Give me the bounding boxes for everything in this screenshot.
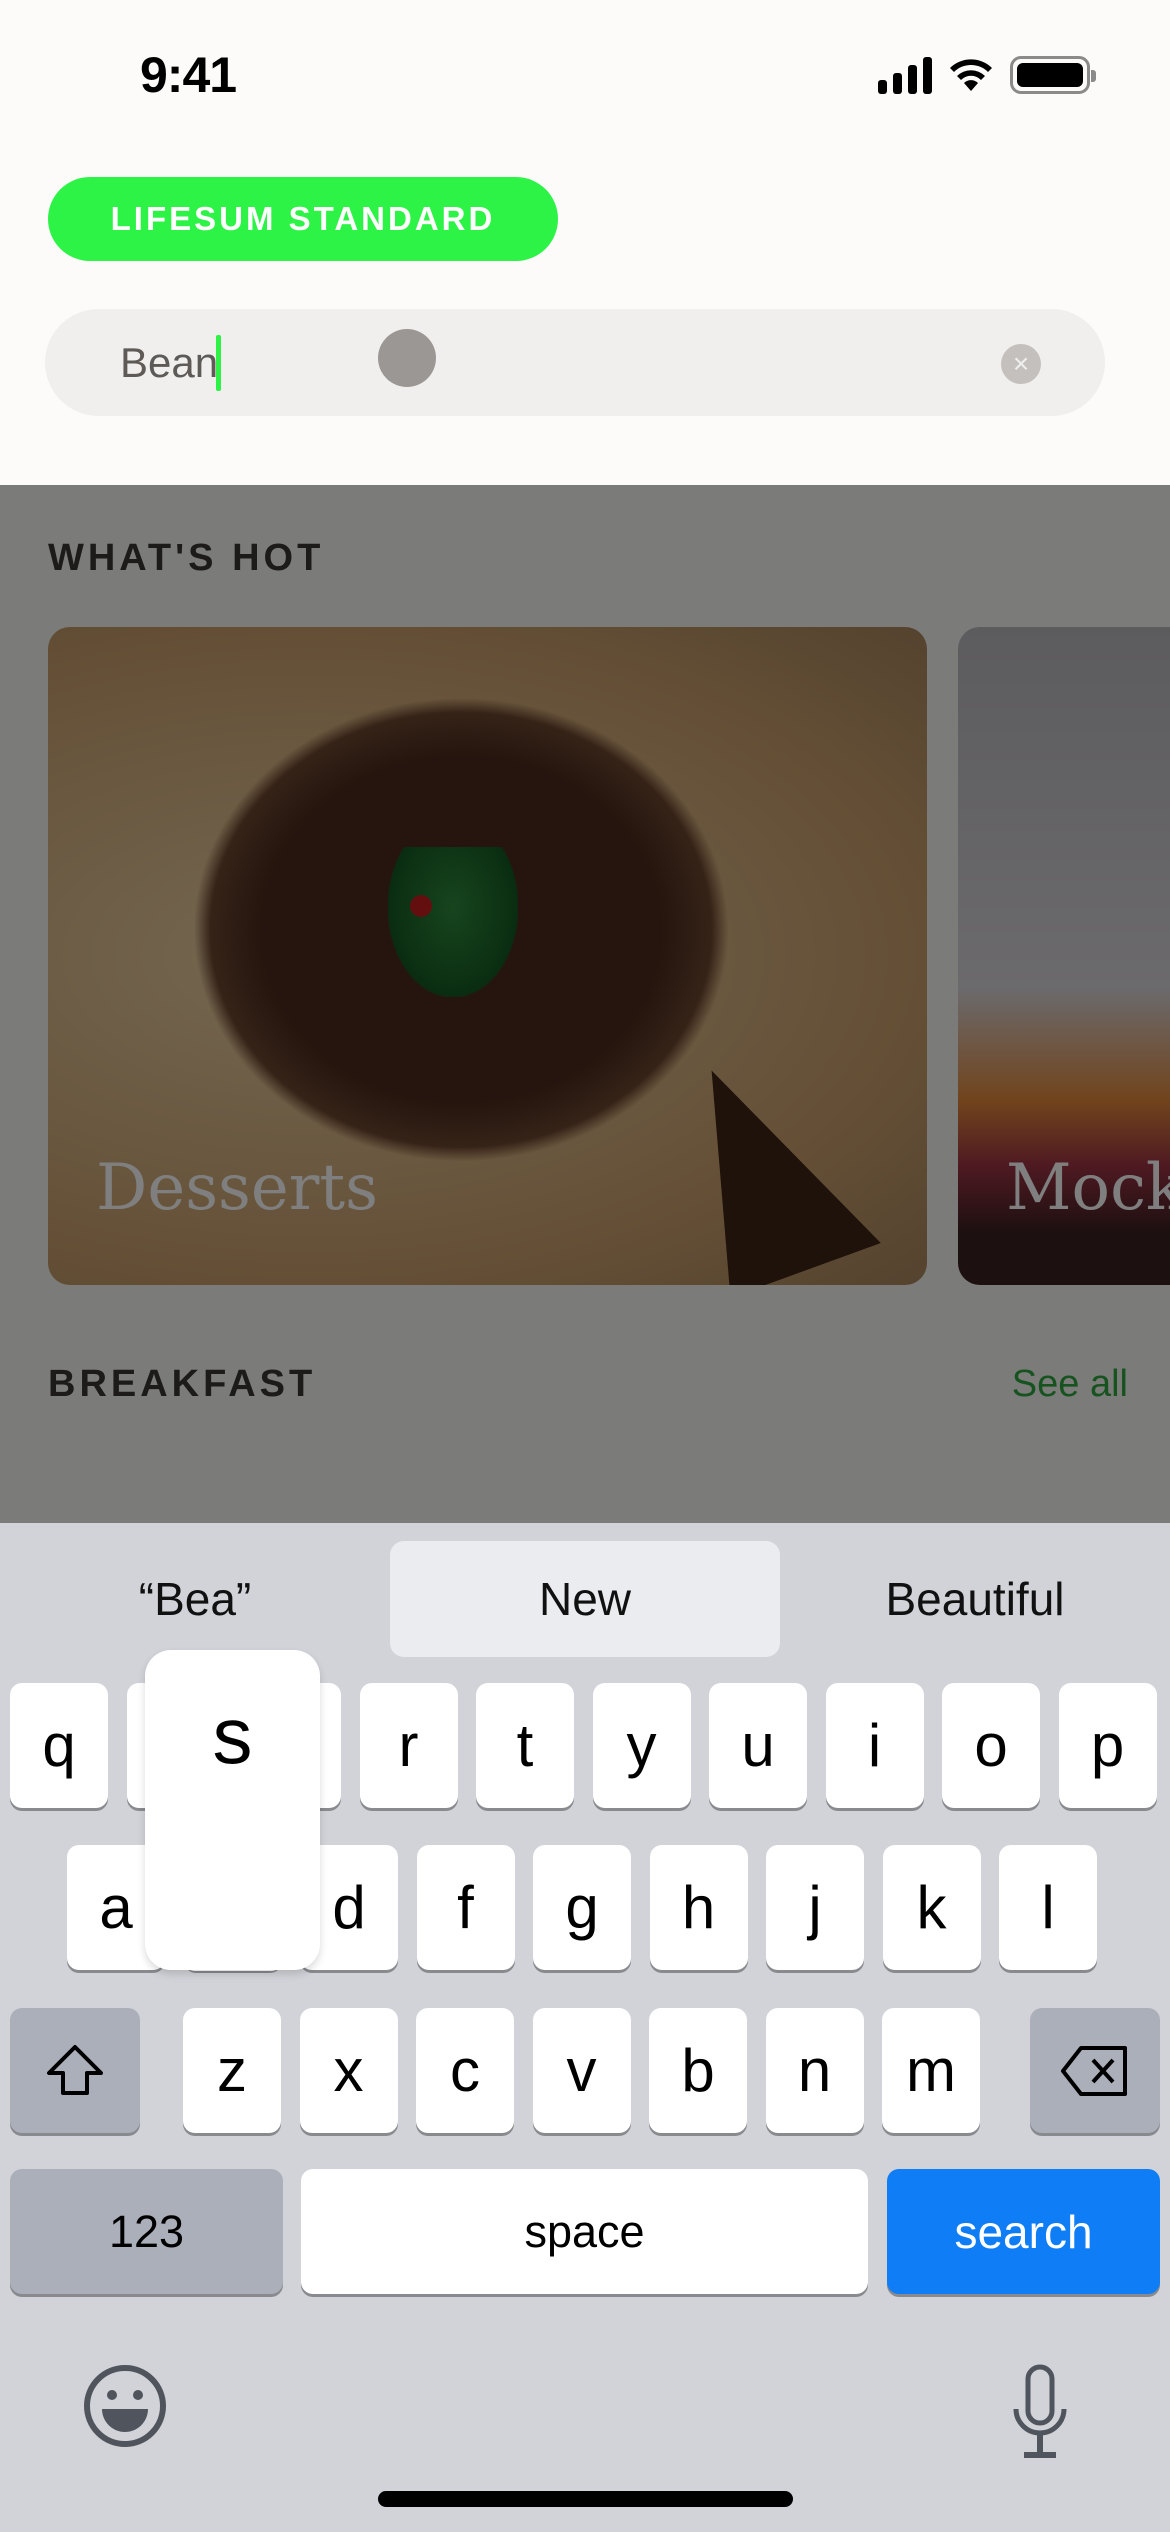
numbers-key[interactable]: 123 bbox=[10, 2169, 283, 2294]
cellular-signal-icon bbox=[878, 56, 932, 94]
battery-icon bbox=[1010, 56, 1096, 94]
key-r[interactable]: r bbox=[359, 1683, 458, 1808]
key-o[interactable]: o bbox=[942, 1683, 1040, 1808]
emoji-icon[interactable] bbox=[82, 2363, 168, 2449]
key-b[interactable]: b bbox=[649, 2008, 747, 2133]
suggestion-item[interactable]: “Bea” bbox=[0, 1541, 390, 1657]
whats-hot-title: WHAT'S HOT bbox=[48, 537, 325, 579]
key-y[interactable]: y bbox=[592, 1683, 691, 1808]
wifi-icon bbox=[950, 59, 992, 91]
keyboard: “Bea” New Beautiful qwertyuiopasdfghjklz… bbox=[0, 1523, 1170, 2532]
see-all-link[interactable]: See all bbox=[1012, 1363, 1128, 1406]
key-n[interactable]: n bbox=[765, 2008, 864, 2133]
content-area: WHAT'S HOT Desserts Mock BREAKFAST See a… bbox=[0, 485, 1170, 1525]
category-card-mocktails[interactable]: Mock bbox=[958, 627, 1170, 1285]
key-popup: s bbox=[145, 1650, 320, 1970]
card-label: Desserts bbox=[96, 1151, 378, 1225]
shift-icon bbox=[47, 2044, 103, 2095]
home-indicator bbox=[378, 2491, 793, 2507]
plan-badge-button[interactable]: LIFESUM STANDARD bbox=[48, 177, 558, 261]
key-f[interactable]: f bbox=[416, 1845, 515, 1970]
key-g[interactable]: g bbox=[533, 1845, 631, 1970]
breakfast-title: BREAKFAST bbox=[48, 1363, 317, 1405]
holly-decoration bbox=[388, 847, 518, 997]
key-q[interactable]: q bbox=[10, 1683, 108, 1808]
key-x[interactable]: x bbox=[299, 2008, 398, 2133]
key-j[interactable]: j bbox=[766, 1845, 864, 1970]
search-key[interactable]: search bbox=[887, 2169, 1160, 2294]
key-l[interactable]: l bbox=[999, 1845, 1097, 1970]
backspace-icon bbox=[1061, 2045, 1127, 2096]
suggestion-item[interactable]: New bbox=[390, 1541, 780, 1657]
key-c[interactable]: c bbox=[416, 2008, 514, 2133]
key-v[interactable]: v bbox=[532, 2008, 631, 2133]
key-u[interactable]: u bbox=[709, 1683, 807, 1808]
delete-key[interactable] bbox=[1030, 2008, 1160, 2133]
microphone-icon[interactable] bbox=[1010, 2363, 1070, 2463]
clear-x-icon[interactable]: × bbox=[1001, 344, 1041, 384]
text-caret bbox=[216, 335, 221, 391]
key-p[interactable]: p bbox=[1058, 1683, 1157, 1808]
key-i[interactable]: i bbox=[825, 1683, 924, 1808]
space-key[interactable]: space bbox=[301, 2169, 868, 2294]
status-icons bbox=[878, 56, 1096, 94]
key-z[interactable]: z bbox=[183, 2008, 281, 2133]
shift-key[interactable] bbox=[10, 2008, 140, 2133]
touch-indicator bbox=[378, 329, 436, 387]
key-k[interactable]: k bbox=[882, 1845, 981, 1970]
berry-decoration bbox=[410, 895, 432, 917]
suggestion-item[interactable]: Beautiful bbox=[780, 1541, 1170, 1657]
key-m[interactable]: m bbox=[882, 2008, 980, 2133]
key-t[interactable]: t bbox=[476, 1683, 574, 1808]
status-time: 9:41 bbox=[140, 47, 237, 103]
category-card-desserts[interactable]: Desserts bbox=[48, 627, 927, 1285]
card-label: Mock bbox=[1006, 1151, 1170, 1225]
key-h[interactable]: h bbox=[649, 1845, 748, 1970]
search-bar[interactable]: × bbox=[45, 309, 1105, 416]
cake-slice bbox=[655, 1036, 881, 1285]
